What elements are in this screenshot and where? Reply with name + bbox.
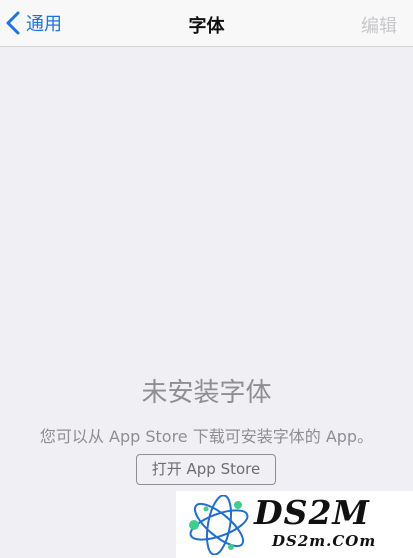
navigation-bar: 通用 字体 编辑 bbox=[0, 0, 413, 47]
watermark-domain: DS2m.COm bbox=[272, 532, 377, 550]
watermark-brand: DS2M bbox=[254, 493, 370, 532]
empty-state-title: 未安装字体 bbox=[141, 378, 272, 408]
empty-state-description: 您可以从 App Store 下载可安装字体的 App。 bbox=[39, 427, 374, 446]
atom-logo-icon bbox=[189, 495, 249, 555]
open-app-store-button[interactable]: 打开 App Store bbox=[136, 454, 276, 485]
edit-button[interactable]: 编辑 bbox=[361, 12, 397, 38]
page-title: 字体 bbox=[188, 16, 225, 37]
watermark: DS2M DS2m.COm bbox=[176, 491, 413, 558]
